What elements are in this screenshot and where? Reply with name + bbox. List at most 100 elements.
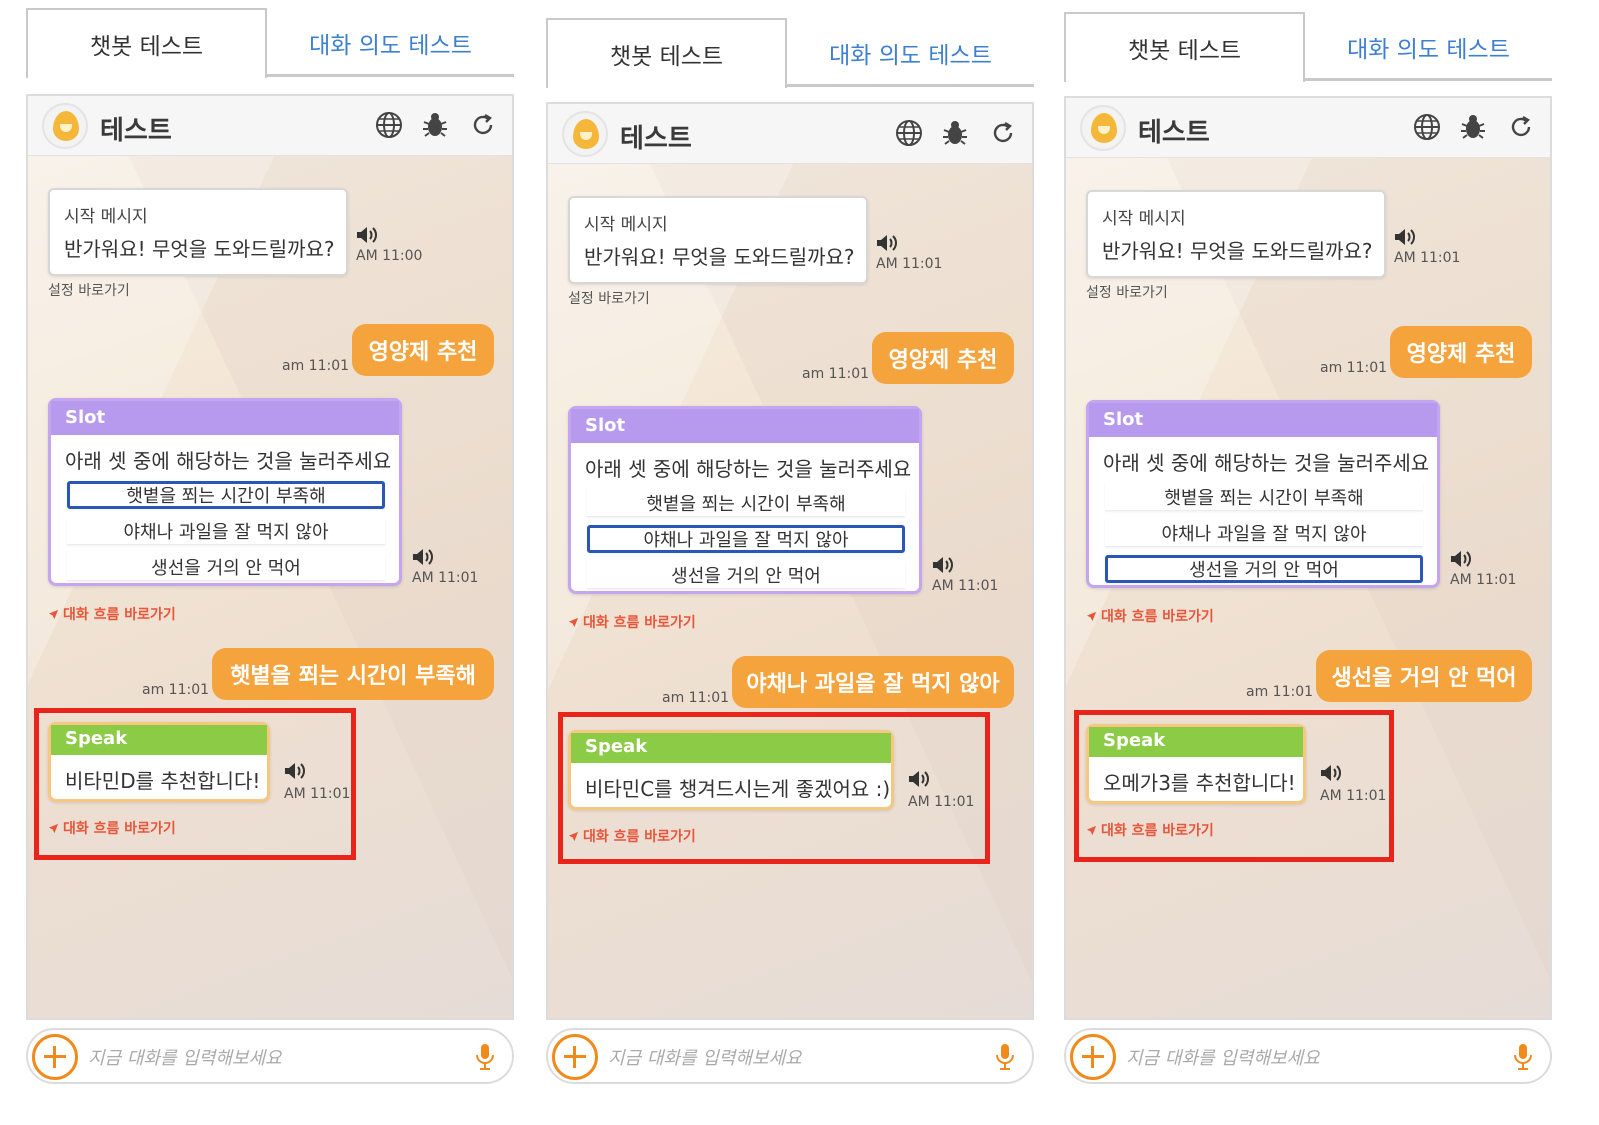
- bug-icon[interactable]: [1458, 112, 1488, 142]
- three-panel-comparison: 챗봇 테스트 대화 의도 테스트 테스트 시작 메시지 반가워요! 무엇을 도와…: [0, 0, 1599, 1125]
- slot-option[interactable]: 생선을 거의 안 먹어: [67, 553, 385, 581]
- speaker-icon[interactable]: [412, 548, 434, 566]
- settings-link[interactable]: 설정 바로가기: [1086, 282, 1168, 302]
- message-time: AM 11:01: [1394, 250, 1461, 266]
- test-tabs: 챗봇 테스트 대화 의도 테스트: [1064, 12, 1552, 84]
- globe-icon[interactable]: [894, 118, 924, 148]
- tab-divider: [267, 74, 514, 77]
- user-message-bubble: 영양제 추천: [872, 332, 1014, 384]
- speaker-icon[interactable]: [1450, 550, 1472, 568]
- slot-card: Slot 아래 셋 중에 해당하는 것을 눌러주세요 햇볕을 쬐는 시간이 부족…: [1086, 400, 1440, 588]
- tab-chatbot-test[interactable]: 챗봇 테스트: [26, 8, 267, 78]
- message-input[interactable]: 지금 대화를 입력해보세요: [88, 1044, 282, 1070]
- start-message-text: 반가워요! 무엇을 도와드릴까요?: [1102, 239, 1373, 263]
- user-message-bubble: 영양제 추천: [352, 324, 494, 376]
- tab-divider: [1305, 78, 1552, 81]
- bot-avatar: [42, 103, 88, 149]
- user-reply-bubble: 생선을 거의 안 먹어: [1316, 650, 1532, 702]
- tab-intent-test[interactable]: 대화 의도 테스트: [267, 8, 514, 78]
- tab-chatbot-test[interactable]: 챗봇 테스트: [546, 18, 787, 88]
- refresh-icon[interactable]: [468, 110, 498, 140]
- tab-intent-test[interactable]: 대화 의도 테스트: [787, 18, 1034, 88]
- slot-tag: Slot: [51, 401, 399, 435]
- message-input-bar: 지금 대화를 입력해보세요: [546, 1028, 1034, 1084]
- tab-intent-test[interactable]: 대화 의도 테스트: [1305, 12, 1552, 82]
- slot-card: Slot 아래 셋 중에 해당하는 것을 눌러주세요 햇볕을 쬐는 시간이 부족…: [568, 406, 922, 594]
- user-message-time: am 11:01: [1320, 360, 1388, 376]
- start-message-text: 반가워요! 무엇을 도와드릴까요?: [584, 245, 855, 269]
- start-message-text: 반가워요! 무엇을 도와드릴까요?: [64, 237, 335, 261]
- test-tabs: 챗봇 테스트 대화 의도 테스트: [546, 18, 1034, 90]
- speaker-icon[interactable]: [356, 226, 378, 244]
- slot-option[interactable]: 햇볕을 쬐는 시간이 부족해: [1105, 483, 1423, 511]
- slot-option[interactable]: 야채나 과일을 잘 먹지 않아: [587, 525, 905, 553]
- message-input-bar: 지금 대화를 입력해보세요: [26, 1028, 514, 1084]
- flow-link[interactable]: 대화 흐름 바로가기: [568, 612, 696, 632]
- chat-title: 테스트: [620, 124, 692, 154]
- slot-prompt: 아래 셋 중에 해당하는 것을 눌러주세요: [65, 449, 392, 473]
- test-tabs: 챗봇 테스트 대화 의도 테스트: [26, 8, 514, 80]
- chat-window: 테스트 시작 메시지 반가워요! 무엇을 도와드릴까요? AM 11:00 설정…: [26, 94, 514, 1020]
- globe-icon[interactable]: [374, 110, 404, 140]
- user-reply-bubble: 햇볕을 쬐는 시간이 부족해: [212, 648, 494, 700]
- message-input[interactable]: 지금 대화를 입력해보세요: [608, 1044, 802, 1070]
- start-message-card: 시작 메시지 반가워요! 무엇을 도와드릴까요?: [1086, 190, 1386, 278]
- bug-icon[interactable]: [420, 110, 450, 140]
- tab-chatbot-test[interactable]: 챗봇 테스트: [1064, 12, 1305, 82]
- speaker-icon[interactable]: [1394, 228, 1416, 246]
- highlight-box: [1074, 710, 1394, 862]
- mic-icon[interactable]: [474, 1042, 496, 1072]
- slot-tag: Slot: [1089, 403, 1437, 437]
- slot-option[interactable]: 생선을 거의 안 먹어: [587, 561, 905, 589]
- message-input-bar: 지금 대화를 입력해보세요: [1064, 1028, 1552, 1084]
- tab-divider: [787, 84, 1034, 87]
- plus-icon[interactable]: [552, 1034, 598, 1080]
- start-message-label: 시작 메시지: [1102, 209, 1186, 229]
- chat-header: 테스트: [28, 96, 512, 156]
- message-time: AM 11:00: [356, 248, 423, 264]
- flow-link[interactable]: 대화 흐름 바로가기: [48, 604, 176, 624]
- flow-link[interactable]: 대화 흐름 바로가기: [1086, 606, 1214, 626]
- start-message-label: 시작 메시지: [64, 207, 148, 227]
- bot-avatar: [1080, 105, 1126, 151]
- slot-option[interactable]: 야채나 과일을 잘 먹지 않아: [67, 517, 385, 545]
- slot-prompt: 아래 셋 중에 해당하는 것을 눌러주세요: [585, 457, 912, 481]
- plus-icon[interactable]: [32, 1034, 78, 1080]
- message-input[interactable]: 지금 대화를 입력해보세요: [1126, 1044, 1320, 1070]
- speaker-icon[interactable]: [876, 234, 898, 252]
- slot-prompt: 아래 셋 중에 해당하는 것을 눌러주세요: [1103, 451, 1430, 475]
- user-message-time: am 11:01: [662, 690, 730, 706]
- slot-option[interactable]: 햇볕을 쬐는 시간이 부족해: [587, 489, 905, 517]
- message-time: AM 11:01: [412, 570, 479, 586]
- mic-icon[interactable]: [994, 1042, 1016, 1072]
- slot-card: Slot 아래 셋 중에 해당하는 것을 눌러주세요 햇볕을 쬐는 시간이 부족…: [48, 398, 402, 586]
- chat-header: 테스트: [548, 104, 1032, 164]
- chat-test-panel: 챗봇 테스트 대화 의도 테스트 테스트 시작 메시지 반가워요! 무엇을 도와…: [26, 0, 514, 1110]
- highlight-box: [34, 708, 356, 860]
- start-message-card: 시작 메시지 반가워요! 무엇을 도와드릴까요?: [48, 188, 348, 276]
- plus-icon[interactable]: [1070, 1034, 1116, 1080]
- chat-test-panel: 챗봇 테스트 대화 의도 테스트 테스트 시작 메시지 반가워요! 무엇을 도와…: [1064, 0, 1552, 1110]
- chat-header: 테스트: [1066, 98, 1550, 158]
- chat-window: 테스트 시작 메시지 반가워요! 무엇을 도와드릴까요? AM 11:01 설정…: [1064, 96, 1552, 1020]
- start-message-label: 시작 메시지: [584, 215, 668, 235]
- slot-tag: Slot: [571, 409, 919, 443]
- settings-link[interactable]: 설정 바로가기: [568, 288, 650, 308]
- message-time: AM 11:01: [932, 578, 999, 594]
- chat-window: 테스트 시작 메시지 반가워요! 무엇을 도와드릴까요? AM 11:01 설정…: [546, 102, 1034, 1020]
- slot-option[interactable]: 햇볕을 쬐는 시간이 부족해: [67, 481, 385, 509]
- settings-link[interactable]: 설정 바로가기: [48, 280, 130, 300]
- speaker-icon[interactable]: [932, 556, 954, 574]
- mic-icon[interactable]: [1512, 1042, 1534, 1072]
- bot-avatar: [562, 111, 608, 157]
- refresh-icon[interactable]: [1506, 112, 1536, 142]
- globe-icon[interactable]: [1412, 112, 1442, 142]
- slot-option[interactable]: 야채나 과일을 잘 먹지 않아: [1105, 519, 1423, 547]
- bug-icon[interactable]: [940, 118, 970, 148]
- user-message-time: am 11:01: [802, 366, 870, 382]
- message-time: AM 11:01: [876, 256, 943, 272]
- slot-option[interactable]: 생선을 거의 안 먹어: [1105, 555, 1423, 583]
- message-time: AM 11:01: [1450, 572, 1517, 588]
- refresh-icon[interactable]: [988, 118, 1018, 148]
- user-message-time: am 11:01: [142, 682, 210, 698]
